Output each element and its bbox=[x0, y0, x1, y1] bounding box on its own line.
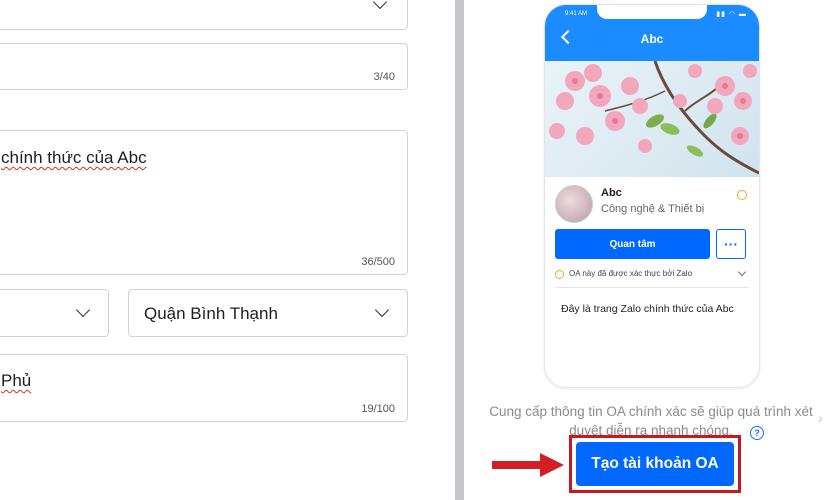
address-value: Phủ bbox=[1, 371, 32, 390]
district-select[interactable]: Quận Bình Thạnh bbox=[128, 289, 408, 337]
preview-header: 9:41 AM ▮▮ ◠ ▬ Abc bbox=[545, 5, 759, 61]
char-counter: 19/100 bbox=[361, 403, 395, 415]
char-counter: 3/40 bbox=[373, 71, 395, 83]
oa-avatar bbox=[555, 185, 593, 223]
verified-row[interactable]: OA này đã được xác thực bởi Zalo bbox=[555, 267, 749, 283]
phone-preview: 9:41 AM ▮▮ ◠ ▬ Abc Abc Công nghệ & Thiết… bbox=[544, 4, 760, 388]
top-select[interactable] bbox=[0, 0, 408, 30]
create-button-highlight: Tạo tài khoản OA bbox=[569, 435, 741, 493]
form-panel: 3/40 chính thức của Abc 36/500 Quận Bình… bbox=[0, 0, 455, 500]
cover-image bbox=[545, 61, 759, 177]
status-time: 9:41 AM bbox=[565, 11, 588, 17]
char-counter: 36/500 bbox=[361, 256, 395, 268]
name-input[interactable]: 3/40 bbox=[0, 43, 408, 90]
chevron-down-icon bbox=[737, 267, 747, 277]
panel-divider[interactable] bbox=[455, 0, 464, 500]
preview-panel: 9:41 AM ▮▮ ◠ ▬ Abc Abc Công nghệ & Thiết… bbox=[464, 0, 840, 500]
help-icon[interactable]: ? bbox=[750, 426, 764, 440]
oa-description: Đây là trang Zalo chính thức của Abc bbox=[561, 303, 734, 315]
chevron-down-icon bbox=[75, 302, 91, 318]
status-icons: ▮▮ ◠ ▬ bbox=[716, 11, 747, 18]
preview-title: Abc bbox=[640, 32, 664, 46]
oa-name: Abc bbox=[601, 187, 622, 199]
arrow-right-icon bbox=[492, 453, 564, 477]
verified-badge-icon bbox=[555, 270, 564, 279]
divider bbox=[555, 287, 749, 288]
verified-badge-icon bbox=[737, 190, 747, 200]
more-icon[interactable]: ··· bbox=[716, 229, 746, 259]
phone-notch bbox=[597, 5, 707, 19]
cherry-blossom-image bbox=[549, 61, 759, 175]
follow-button[interactable]: Quan tâm bbox=[555, 229, 710, 259]
district-value: Quận Bình Thạnh bbox=[144, 304, 278, 323]
description-value: chính thức của Abc bbox=[1, 148, 147, 167]
scroll-arrow-icon[interactable]: › bbox=[818, 410, 823, 426]
verified-text: OA này đã được xác thực bởi Zalo bbox=[569, 269, 693, 278]
create-oa-button[interactable]: Tạo tài khoản OA bbox=[576, 442, 734, 486]
oa-category: Công nghệ & Thiết bị bbox=[601, 203, 705, 215]
description-textarea[interactable]: chính thức của Abc 36/500 bbox=[0, 130, 408, 275]
city-select[interactable] bbox=[0, 289, 109, 337]
chevron-down-icon bbox=[372, 0, 388, 10]
chevron-down-icon bbox=[374, 302, 390, 318]
address-input[interactable]: Phủ 19/100 bbox=[0, 354, 408, 422]
